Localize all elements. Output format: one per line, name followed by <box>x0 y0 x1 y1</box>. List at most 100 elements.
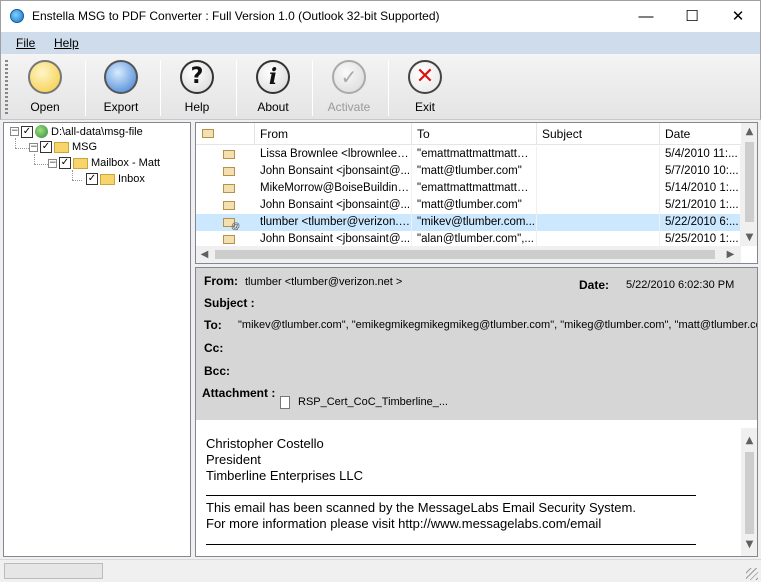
scroll-up-arrow-icon[interactable]: ▲ <box>741 123 757 140</box>
row-date: 5/14/2010 1:... <box>660 180 741 197</box>
activate-button[interactable]: ✓ Activate <box>314 60 384 116</box>
column-from[interactable]: From <box>255 123 412 145</box>
to-value: "mikev@tlumber.com", "emikegmikegmikegmi… <box>238 319 758 331</box>
progress-bar <box>4 563 103 579</box>
inbox-checkbox[interactable]: ✓ <box>86 173 98 186</box>
scroll-up-arrow-icon[interactable]: ▲ <box>741 432 757 449</box>
body-vertical-scrollbar[interactable]: ▲ ▼ <box>741 428 757 556</box>
from-label: From: <box>204 274 238 288</box>
close-button[interactable]: ✕ <box>715 1 761 32</box>
toolbar-separator <box>236 60 237 116</box>
tree-line <box>15 148 29 149</box>
msg-checkbox[interactable]: ✓ <box>40 141 52 154</box>
table-row[interactable]: John Bonsaint <jbonsaint@... "matt@tlumb… <box>196 163 741 180</box>
body-line: For more information please visit http:/… <box>206 516 602 531</box>
to-label: To: <box>204 318 222 332</box>
resize-grip-icon[interactable] <box>746 568 758 580</box>
row-date: 5/7/2010 10:... <box>660 163 741 180</box>
toolbar-grip <box>5 60 8 114</box>
scroll-left-arrow-icon[interactable]: ◀ <box>196 246 213 263</box>
checkmark-icon: ✓ <box>332 60 366 94</box>
globe-icon <box>35 125 48 138</box>
attachment-label: Attachment : <box>202 386 276 400</box>
divider <box>206 544 696 545</box>
envelope-icon <box>223 235 235 244</box>
row-to: "matt@tlumber.com" <box>412 163 537 180</box>
row-subject <box>537 180 660 197</box>
list-header: From To Subject Date <box>196 123 741 145</box>
tree-inbox-label: Inbox <box>118 173 145 186</box>
scroll-down-arrow-icon[interactable]: ▼ <box>741 536 757 553</box>
root-checkbox[interactable]: ✓ <box>21 125 33 138</box>
about-button[interactable]: i About <box>238 60 308 116</box>
column-to[interactable]: To <box>412 123 537 145</box>
attachment-link[interactable]: RSP_Cert_CoC_Timberline_... <box>298 396 448 408</box>
window-title: Enstella MSG to PDF Converter : Full Ver… <box>32 9 440 23</box>
help-button[interactable]: ? Help <box>162 60 232 116</box>
row-date: 5/21/2010 1:... <box>660 197 741 214</box>
tree-line <box>34 164 48 165</box>
column-icon-header[interactable] <box>196 123 255 145</box>
tree-node-msg[interactable]: − ✓ MSG <box>29 141 97 157</box>
collapse-icon[interactable]: − <box>29 142 38 152</box>
row-from: tlumber <tlumber@verizon.n... <box>255 214 412 231</box>
table-row[interactable]: Lissa Brownlee <lbrownlee@... "emattmatt… <box>196 146 741 163</box>
scroll-right-arrow-icon[interactable]: ▶ <box>722 246 739 263</box>
row-date: 5/4/2010 11:... <box>660 146 741 163</box>
column-subject[interactable]: Subject <box>537 123 660 145</box>
scroll-down-arrow-icon[interactable]: ▼ <box>741 229 757 246</box>
mailbox-checkbox[interactable]: ✓ <box>59 157 71 170</box>
help-label: Help <box>184 100 210 114</box>
column-date[interactable]: Date <box>660 123 741 145</box>
toolbar: Open Export ? Help i About ✓ Activate ✕ … <box>0 54 761 120</box>
table-row-selected[interactable]: @ tlumber <tlumber@verizon.n... "mikev@t… <box>196 214 741 231</box>
list-vertical-scrollbar[interactable]: ▲ ▼ <box>741 123 757 246</box>
menu-bar: File Help <box>0 32 761 54</box>
row-subject <box>537 214 660 231</box>
from-value: tlumber <tlumber@verizon.net > <box>245 276 403 288</box>
scroll-thumb[interactable] <box>745 452 754 534</box>
folder-icon <box>73 157 88 169</box>
maximize-button[interactable]: ☐ <box>669 1 715 32</box>
date-label: Date: <box>579 278 610 292</box>
folder-tree: − ✓ D:\all-data\msg-file − ✓ MSG − ✓ Mailbox -… <box>3 122 191 557</box>
row-to: "emattmattmattmatt@... <box>412 180 537 197</box>
open-folder-icon <box>100 173 115 185</box>
menu-help[interactable]: Help <box>54 36 79 50</box>
open-folder-icon <box>28 60 62 94</box>
list-horizontal-scrollbar[interactable]: ◀ ▶ <box>196 246 741 263</box>
row-subject <box>537 163 660 180</box>
exit-label: Exit <box>414 100 435 114</box>
open-label: Open <box>30 100 60 114</box>
export-button[interactable]: Export <box>86 60 156 116</box>
body-line: Christopher Costello <box>206 436 324 451</box>
body-line: This email has been scanned by the Messa… <box>206 500 636 515</box>
envelope-icon <box>223 167 235 176</box>
toolbar-separator <box>160 60 161 116</box>
row-to: "matt@tlumber.com" <box>412 197 537 214</box>
exit-button[interactable]: ✕ Exit <box>390 60 460 116</box>
collapse-icon[interactable]: − <box>48 158 57 168</box>
table-row[interactable]: MikeMorrow@BoiseBuilding.... "emattmattm… <box>196 180 741 197</box>
scroll-thumb[interactable] <box>745 142 754 222</box>
tree-node-inbox[interactable]: ✓ Inbox <box>84 173 145 189</box>
tree-node-mailbox[interactable]: − ✓ Mailbox - Matt <box>48 157 160 173</box>
collapse-icon[interactable]: − <box>10 127 19 136</box>
tree-line <box>72 180 82 181</box>
toolbar-separator <box>312 60 313 116</box>
paperclip-icon: @ <box>231 221 241 231</box>
tree-node-root[interactable]: − ✓ D:\all-data\msg-file <box>10 125 143 141</box>
app-globe-icon <box>10 9 24 23</box>
envelope-icon <box>223 150 235 159</box>
table-row[interactable]: John Bonsaint <jbonsaint@... "matt@tlumb… <box>196 197 741 214</box>
open-button[interactable]: Open <box>10 60 80 116</box>
preview-header: From: tlumber <tlumber@verizon.net > Dat… <box>196 268 757 420</box>
tree-msg-label: MSG <box>72 141 98 154</box>
body-line: President <box>206 452 261 467</box>
menu-file[interactable]: File <box>16 36 35 50</box>
tree-root-label: D:\all-data\msg-file <box>51 125 143 138</box>
scroll-thumb[interactable] <box>215 250 715 259</box>
minimize-button[interactable]: — <box>623 1 669 32</box>
message-list: From To Subject Date Lissa Brownlee <lbr… <box>195 122 758 264</box>
tree-mailbox-label: Mailbox - Matt <box>91 157 161 170</box>
